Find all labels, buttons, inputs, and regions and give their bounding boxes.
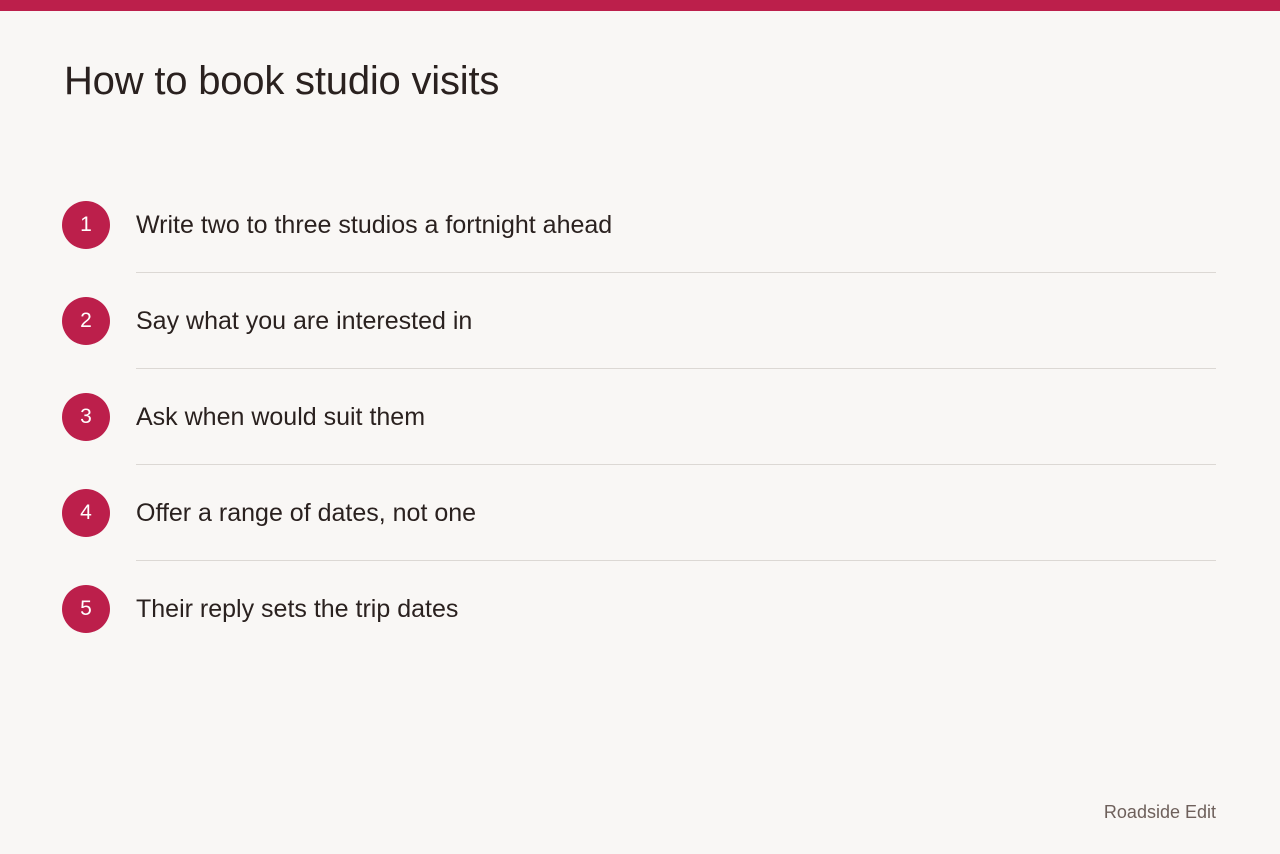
step-item: 1 Write two to three studios a fortnight… bbox=[62, 177, 1216, 273]
step-item: 3 Ask when would suit them bbox=[62, 369, 1216, 465]
accent-top-bar bbox=[0, 0, 1280, 11]
step-text: Their reply sets the trip dates bbox=[136, 595, 459, 623]
step-text: Write two to three studios a fortnight a… bbox=[136, 211, 613, 239]
step-item: 5 Their reply sets the trip dates bbox=[62, 561, 1216, 657]
step-number-badge: 5 bbox=[62, 585, 110, 633]
step-number-badge: 3 bbox=[62, 393, 110, 441]
step-number-badge: 2 bbox=[62, 297, 110, 345]
step-item: 4 Offer a range of dates, not one bbox=[62, 465, 1216, 561]
steps-list: 1 Write two to three studios a fortnight… bbox=[62, 177, 1216, 657]
step-text: Offer a range of dates, not one bbox=[136, 499, 477, 527]
page-title: How to book studio visits bbox=[64, 59, 500, 103]
step-item: 2 Say what you are interested in bbox=[62, 273, 1216, 369]
step-text: Say what you are interested in bbox=[136, 307, 473, 335]
step-number-badge: 1 bbox=[62, 201, 110, 249]
step-number-badge: 4 bbox=[62, 489, 110, 537]
footer-brand: Roadside Edit bbox=[1103, 802, 1216, 822]
step-text: Ask when would suit them bbox=[136, 403, 426, 431]
